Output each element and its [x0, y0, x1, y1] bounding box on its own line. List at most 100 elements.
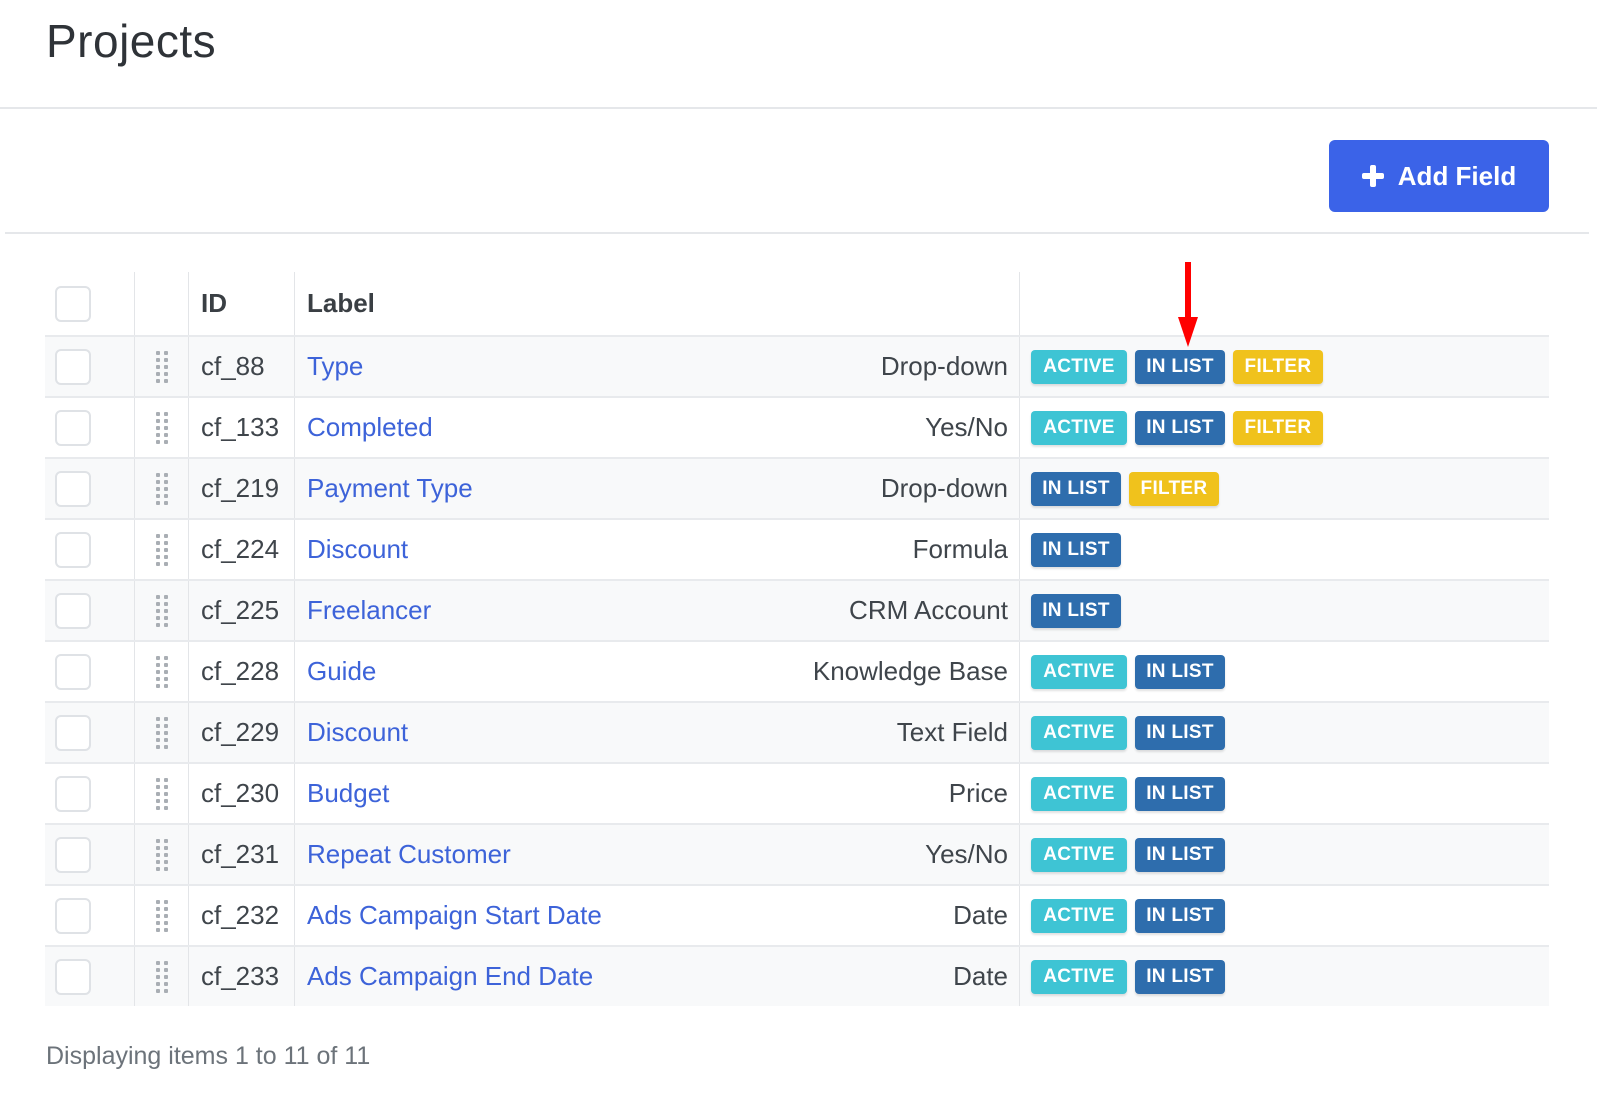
- row-checkbox[interactable]: [55, 409, 91, 446]
- badges-cell: ACTIVE IN LIST FILTER: [1020, 398, 1549, 457]
- add-field-button[interactable]: Add Field: [1329, 140, 1549, 212]
- add-field-label: Add Field: [1397, 160, 1517, 191]
- filter-badge: FILTER: [1233, 349, 1323, 384]
- field-id: cf_228: [189, 642, 295, 701]
- field-label-link[interactable]: Freelancer: [307, 595, 431, 626]
- select-cell: [45, 337, 135, 396]
- in-list-badge: IN LIST: [1135, 959, 1225, 994]
- badges-cell: ACTIVE IN LIST: [1020, 764, 1549, 823]
- row-checkbox[interactable]: [55, 348, 91, 385]
- drag-handle-icon[interactable]: [155, 777, 168, 810]
- field-id: cf_224: [189, 520, 295, 579]
- header-select-cell: [45, 272, 135, 335]
- drag-handle-icon[interactable]: [155, 594, 168, 627]
- field-type: Drop-down: [880, 473, 1008, 503]
- label-cell: Completed Yes/No: [295, 398, 1020, 457]
- field-label-link[interactable]: Ads Campaign Start Date: [307, 900, 602, 931]
- field-label-link[interactable]: Budget: [307, 778, 389, 809]
- select-cell: [45, 520, 135, 579]
- field-type: Price: [948, 778, 1008, 808]
- drag-handle-icon[interactable]: [155, 533, 168, 566]
- field-label-link[interactable]: Type: [307, 351, 363, 382]
- table-row: cf_229 Discount Text Field ACTIVE IN LIST: [45, 701, 1549, 762]
- row-checkbox[interactable]: [55, 958, 91, 995]
- drag-handle-icon[interactable]: [155, 655, 168, 688]
- select-all-checkbox[interactable]: [55, 285, 91, 322]
- toolbar-divider: [5, 232, 1589, 234]
- in-list-badge: IN LIST: [1135, 715, 1225, 750]
- row-checkbox[interactable]: [55, 714, 91, 751]
- active-badge: ACTIVE: [1031, 715, 1127, 750]
- page-title: Projects: [46, 15, 217, 67]
- drag-handle-icon[interactable]: [155, 472, 168, 505]
- in-list-badge: IN LIST: [1135, 349, 1225, 384]
- drag-handle-icon[interactable]: [155, 838, 168, 871]
- table-row: cf_219 Payment Type Drop-down IN LIST FILTER: [45, 457, 1549, 518]
- select-cell: [45, 825, 135, 884]
- badges-cell: IN LIST FILTER: [1020, 459, 1549, 518]
- field-type: CRM Account: [849, 595, 1008, 625]
- drag-cell: [135, 459, 189, 518]
- field-label-link[interactable]: Payment Type: [307, 473, 473, 504]
- table-row: cf_228 Guide Knowledge Base ACTIVE IN LIST: [45, 640, 1549, 701]
- in-list-badge: IN LIST: [1135, 837, 1225, 872]
- field-label-link[interactable]: Guide: [307, 656, 376, 687]
- field-label-link[interactable]: Ads Campaign End Date: [307, 961, 593, 992]
- label-cell: Ads Campaign Start Date Date: [295, 886, 1020, 945]
- row-checkbox[interactable]: [55, 897, 91, 934]
- in-list-badge: IN LIST: [1031, 532, 1121, 567]
- drag-handle-icon[interactable]: [155, 716, 168, 749]
- field-label-link[interactable]: Completed: [307, 412, 433, 443]
- select-cell: [45, 947, 135, 1006]
- label-cell: Type Drop-down: [295, 337, 1020, 396]
- field-label-link[interactable]: Repeat Customer: [307, 839, 511, 870]
- table-row: cf_230 Budget Price ACTIVE IN LIST: [45, 762, 1549, 823]
- active-badge: ACTIVE: [1031, 837, 1127, 872]
- pagination-summary: Displaying items 1 to 11 of 11: [46, 1042, 371, 1070]
- header-divider: [0, 107, 1597, 109]
- drag-cell: [135, 947, 189, 1006]
- drag-handle-icon[interactable]: [155, 411, 168, 444]
- filter-badge: FILTER: [1233, 410, 1323, 445]
- in-list-badge: IN LIST: [1031, 593, 1121, 628]
- red-arrow-icon: [1178, 262, 1198, 347]
- table-row: cf_133 Completed Yes/No ACTIVE IN LIST FILTER: [45, 396, 1549, 457]
- active-badge: ACTIVE: [1031, 898, 1127, 933]
- table-row: cf_225 Freelancer CRM Account IN LIST: [45, 579, 1549, 640]
- active-badge: ACTIVE: [1031, 349, 1127, 384]
- badges-cell: ACTIVE IN LIST FILTER: [1020, 337, 1549, 396]
- label-cell: Discount Formula: [295, 520, 1020, 579]
- field-id: cf_230: [189, 764, 295, 823]
- row-checkbox[interactable]: [55, 836, 91, 873]
- row-checkbox[interactable]: [55, 531, 91, 568]
- label-cell: Repeat Customer Yes/No: [295, 825, 1020, 884]
- header-drag-cell: [135, 272, 189, 335]
- drag-cell: [135, 886, 189, 945]
- in-list-badge: IN LIST: [1135, 776, 1225, 811]
- select-cell: [45, 764, 135, 823]
- drag-handle-icon[interactable]: [155, 350, 168, 383]
- table-row: cf_232 Ads Campaign Start Date Date ACTIVE I…: [45, 884, 1549, 945]
- in-list-badge: IN LIST: [1031, 471, 1121, 506]
- row-checkbox[interactable]: [55, 775, 91, 812]
- header-id[interactable]: ID: [189, 272, 295, 335]
- label-cell: Discount Text Field: [295, 703, 1020, 762]
- field-label-link[interactable]: Discount: [307, 534, 408, 565]
- drag-handle-icon[interactable]: [155, 960, 168, 993]
- drag-cell: [135, 337, 189, 396]
- drag-cell: [135, 825, 189, 884]
- plus-icon: [1361, 165, 1384, 187]
- badges-cell: ACTIVE IN LIST: [1020, 825, 1549, 884]
- field-type: Date: [953, 900, 1008, 930]
- field-label-link[interactable]: Discount: [307, 717, 408, 748]
- select-cell: [45, 703, 135, 762]
- row-checkbox[interactable]: [55, 470, 91, 507]
- drag-handle-icon[interactable]: [155, 899, 168, 932]
- row-checkbox[interactable]: [55, 653, 91, 690]
- field-id: cf_233: [189, 947, 295, 1006]
- field-id: cf_219: [189, 459, 295, 518]
- row-checkbox[interactable]: [55, 592, 91, 629]
- header-label[interactable]: Label: [295, 272, 1020, 335]
- fields-table: ID Label cf_88 Type Drop-down ACTIVE IN LIST…: [45, 272, 1549, 1006]
- drag-cell: [135, 520, 189, 579]
